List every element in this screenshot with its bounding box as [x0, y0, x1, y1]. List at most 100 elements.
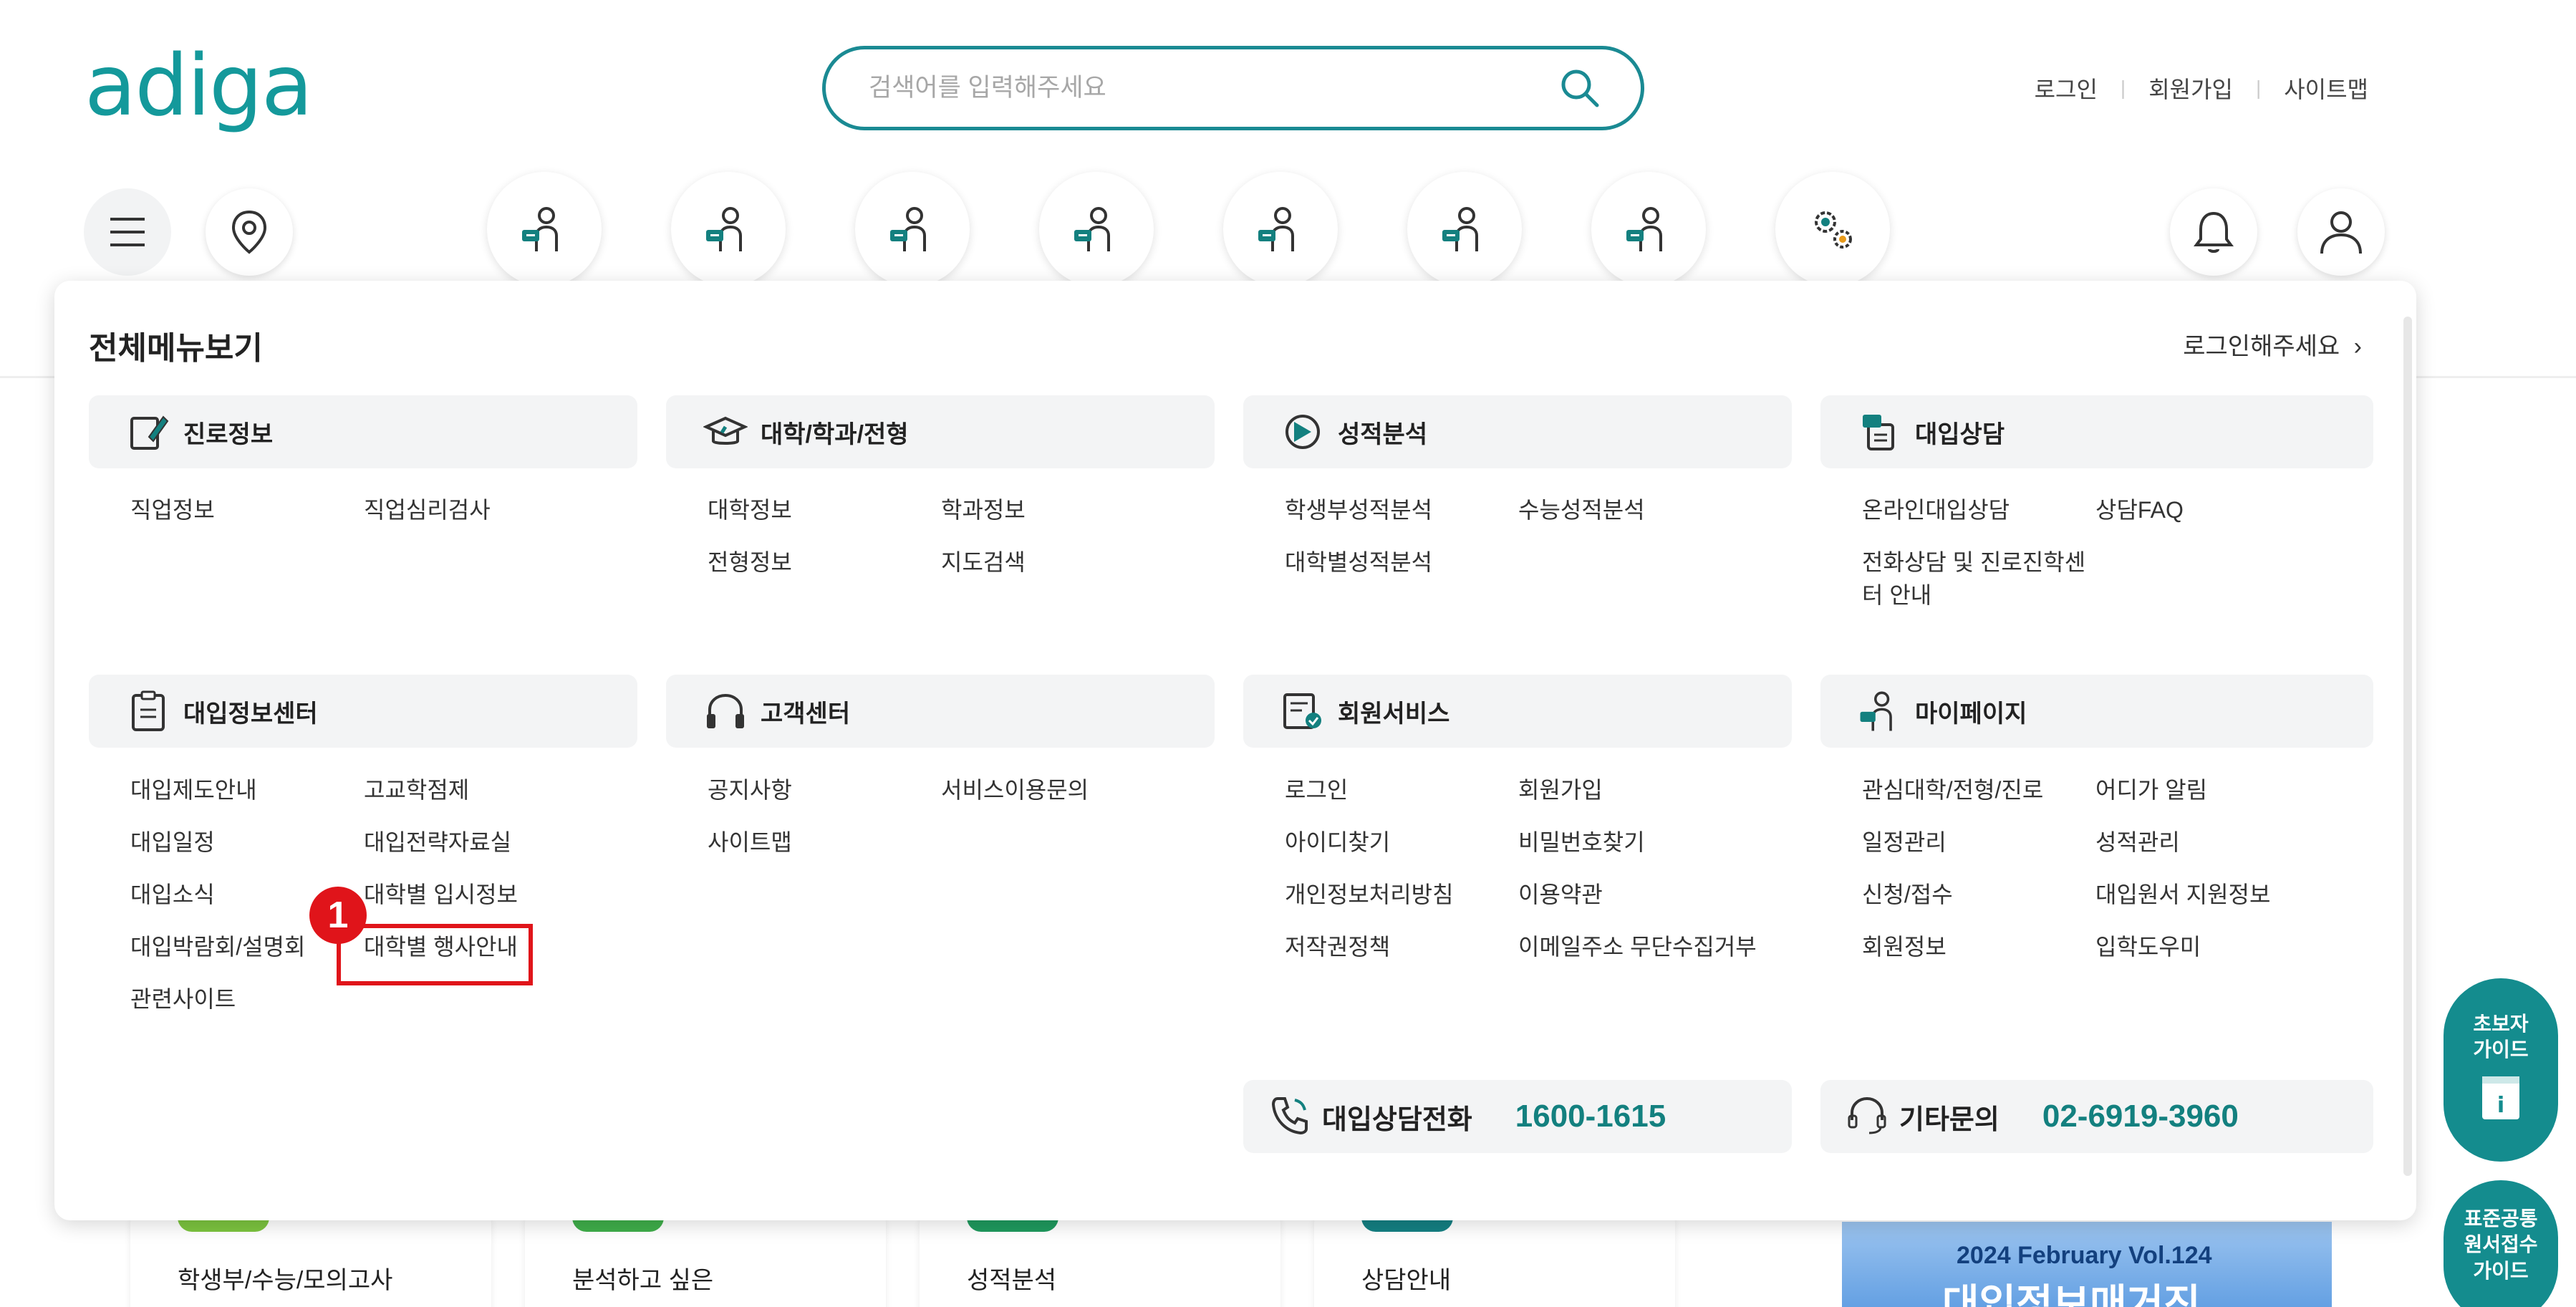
headset-icon	[1846, 1094, 1888, 1139]
user-icon	[2320, 211, 2362, 254]
headphones-icon	[700, 686, 751, 736]
menu-item-terms[interactable]: 이용약관	[1518, 878, 1603, 911]
section-admission-consult[interactable]: 대입상담	[1820, 395, 2373, 468]
person-chat-icon	[1626, 207, 1662, 251]
login-prompt-link[interactable]: 로그인해주세요 ›	[2183, 327, 2362, 362]
top-link-signup[interactable]: 회원가입	[2148, 72, 2233, 105]
menu-item-admission-system[interactable]: 대입제도안내	[130, 773, 257, 806]
adiga-logo[interactable]: adiga	[85, 43, 313, 127]
nav-category-6[interactable]	[1407, 172, 1522, 286]
user-account-button[interactable]	[2297, 188, 2385, 276]
nav-category-3[interactable]	[855, 172, 970, 286]
quick-card-3[interactable]: 성적분석	[920, 1210, 1280, 1307]
section-customer-center[interactable]: 고객센터	[666, 675, 1215, 748]
section-score-analysis[interactable]: 성적분석	[1243, 395, 1792, 468]
menu-item-apply[interactable]: 신청/접수	[1862, 878, 1953, 911]
person-chat-icon	[1258, 207, 1294, 251]
menu-item-signup[interactable]: 회원가입	[1518, 773, 1603, 806]
menu-item-admission-helper[interactable]: 입학도우미	[2095, 930, 2201, 963]
user-icon	[1855, 686, 1905, 736]
menu-item-consult-faq[interactable]: 상담FAQ	[2095, 493, 2184, 526]
menu-item-application-info[interactable]: 대입원서 지원정보	[2095, 878, 2270, 911]
map-pin-icon	[231, 210, 267, 254]
panel-title: 전체메뉴보기	[89, 331, 263, 366]
svg-text:i: i	[2497, 1093, 2504, 1118]
contact-other-inquiry[interactable]: 기타문의 02-6919-3960	[1820, 1080, 2373, 1153]
menu-item-member-info[interactable]: 회원정보	[1862, 930, 1947, 963]
quick-card-4[interactable]: 상담안내	[1314, 1210, 1675, 1307]
menu-item-admission-type[interactable]: 전형정보	[708, 546, 792, 579]
menu-item-interest-univ[interactable]: 관심대학/전형/진로	[1862, 773, 2043, 806]
menu-item-email-refusal[interactable]: 이메일주소 무단수집거부	[1518, 930, 1757, 963]
menu-item-find-id[interactable]: 아이디찾기	[1285, 826, 1390, 859]
nav-category-4[interactable]	[1039, 172, 1154, 286]
section-university-dept[interactable]: 대학/학과/전형	[666, 395, 1215, 468]
nav-category-7[interactable]	[1591, 172, 1706, 286]
person-chat-icon	[890, 207, 926, 251]
bell-icon	[2194, 211, 2234, 253]
search-input[interactable]	[869, 74, 1555, 102]
menu-item-login[interactable]: 로그인	[1285, 773, 1348, 806]
magazine-banner[interactable]: 2024 February Vol.124 대입정보매거진	[1842, 1222, 2332, 1307]
scrollbar[interactable]	[2403, 317, 2412, 1176]
consult-icon	[1855, 407, 1905, 457]
divider: |	[2120, 77, 2126, 99]
menu-item-credit-system[interactable]: 고교학점제	[364, 773, 469, 806]
menu-item-related-sites[interactable]: 관련사이트	[130, 983, 236, 1016]
contact-admission-phone[interactable]: 대입상담전화 1600-1615	[1243, 1080, 1792, 1153]
menu-item-admission-news[interactable]: 대입소식	[130, 878, 215, 911]
menu-item-univ-admission-info[interactable]: 대학별 입시정보	[364, 878, 518, 911]
chevron-right-icon: ›	[2353, 333, 2362, 360]
menu-item-score-manage[interactable]: 성적관리	[2095, 826, 2180, 859]
menu-item-privacy-policy[interactable]: 개인정보처리방침	[1285, 878, 1454, 911]
person-chat-icon	[522, 207, 558, 251]
menu-item-service-inquiry[interactable]: 서비스이용문의	[941, 773, 1089, 806]
menu-item-phone-consult[interactable]: 전화상담 및 진로진학센터 안내	[1862, 546, 2105, 612]
section-career-info[interactable]: 진로정보	[89, 395, 637, 468]
pencil-doc-icon	[123, 407, 173, 457]
location-button[interactable]	[206, 188, 293, 276]
menu-item-university-info[interactable]: 대학정보	[708, 493, 792, 526]
menu-item-univ-score-analysis[interactable]: 대학별성적분석	[1285, 546, 1432, 579]
divider: |	[2255, 77, 2262, 99]
menu-item-career-test[interactable]: 직업심리검사	[364, 493, 491, 526]
notification-button[interactable]	[2170, 188, 2257, 276]
chart-analysis-icon	[1278, 407, 1328, 457]
section-my-page[interactable]: 마이페이지	[1820, 675, 2373, 748]
member-card-icon	[1278, 686, 1328, 736]
graduation-cap-icon	[700, 407, 751, 457]
search-bar	[822, 46, 1644, 130]
menu-item-sitemap[interactable]: 사이트맵	[708, 826, 792, 859]
hamburger-menu-button[interactable]	[84, 188, 171, 276]
menu-item-job-info[interactable]: 직업정보	[130, 493, 215, 526]
nav-settings[interactable]	[1775, 172, 1890, 286]
section-admission-info-center[interactable]: 대입정보센터	[89, 675, 637, 748]
menu-item-find-password[interactable]: 비밀번호찾기	[1518, 826, 1645, 859]
menu-item-record-analysis[interactable]: 학생부성적분석	[1285, 493, 1432, 526]
nav-category-2[interactable]	[671, 172, 786, 286]
top-link-sitemap[interactable]: 사이트맵	[2284, 72, 2368, 105]
menu-item-strategy-archive[interactable]: 대입전략자료실	[364, 826, 511, 859]
menu-item-adiga-alerts[interactable]: 어디가 알림	[2095, 773, 2207, 806]
menu-item-map-search[interactable]: 지도검색	[941, 546, 1026, 579]
menu-item-dept-info[interactable]: 학과정보	[941, 493, 1026, 526]
section-member-service[interactable]: 회원서비스	[1243, 675, 1792, 748]
phone-icon	[1269, 1094, 1311, 1139]
menu-item-copyright[interactable]: 저작권정책	[1285, 930, 1390, 963]
search-icon[interactable]	[1555, 63, 1605, 113]
menu-item-fair-briefing[interactable]: 대입박람회/설명회	[130, 930, 305, 963]
quick-card-2[interactable]: 분석하고 싶은	[525, 1210, 886, 1307]
menu-item-schedule-manage[interactable]: 일정관리	[1862, 826, 1947, 859]
hamburger-icon	[110, 218, 145, 246]
quick-card-1[interactable]: 학생부/수능/모의고사	[130, 1210, 491, 1307]
nav-category-1[interactable]	[487, 172, 602, 286]
person-chat-icon	[1442, 207, 1478, 251]
menu-item-admission-schedule[interactable]: 대입일정	[130, 826, 215, 859]
menu-item-online-consult[interactable]: 온라인대입상담	[1862, 493, 2010, 526]
menu-item-notices[interactable]: 공지사항	[708, 773, 792, 806]
nav-category-5[interactable]	[1223, 172, 1338, 286]
beginner-guide-button[interactable]: 초보자 가이드 i	[2444, 978, 2558, 1162]
standard-application-guide-button[interactable]: 표준공통 원서접수 가이드	[2444, 1180, 2558, 1307]
menu-item-csat-analysis[interactable]: 수능성적분석	[1518, 493, 1645, 526]
top-link-login[interactable]: 로그인	[2035, 72, 2098, 105]
